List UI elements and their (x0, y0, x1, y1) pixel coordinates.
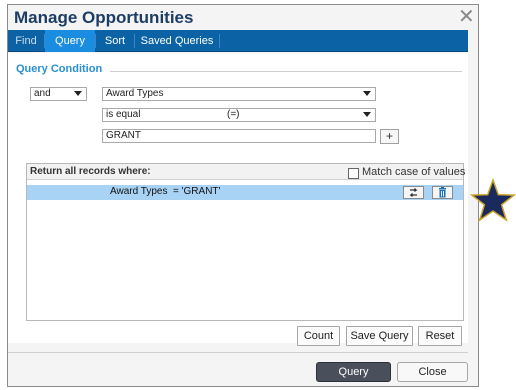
reset-button[interactable]: Reset (418, 326, 462, 346)
logic-select-value: and (34, 88, 51, 99)
condition-row-text: Award Types = 'GRANT' (110, 186, 221, 197)
trash-icon (439, 187, 446, 198)
operator-select-value: is equal (106, 109, 141, 120)
logic-select[interactable]: and (30, 87, 87, 101)
field-select[interactable]: Award Types (102, 87, 376, 101)
dialog-titlebar: Manage Opportunities ✕ (8, 5, 478, 33)
dialog-title: Manage Opportunities (14, 8, 194, 27)
match-case-checkbox[interactable] (348, 168, 359, 179)
operator-select[interactable]: is equal (=) (102, 108, 376, 122)
refresh-icon (409, 188, 418, 197)
close-button[interactable]: Close (397, 362, 468, 382)
refresh-condition-button[interactable] (403, 186, 424, 199)
legend-divider (110, 71, 462, 72)
tab-saved-queries[interactable]: Saved Queries (135, 30, 219, 52)
tab-query[interactable]: Query (45, 30, 95, 52)
value-input[interactable]: GRANT (102, 129, 376, 143)
save-query-button[interactable]: Save Query (346, 326, 413, 346)
chevron-down-icon (363, 91, 371, 96)
tab-separator (219, 34, 220, 48)
count-button[interactable]: Count (297, 326, 340, 346)
query-button[interactable]: Query (316, 362, 391, 382)
star-icon (470, 178, 516, 222)
footer-divider (8, 352, 468, 353)
delete-condition-button[interactable] (432, 186, 453, 199)
chevron-down-icon (363, 112, 371, 117)
match-case-label: Match case of values (362, 166, 466, 178)
tab-find[interactable]: Find (8, 30, 44, 52)
field-select-value: Award Types (106, 88, 164, 99)
tab-sort[interactable]: Sort (96, 30, 134, 52)
operator-symbol: (=) (227, 109, 240, 120)
condition-row[interactable] (27, 185, 463, 200)
add-condition-button[interactable]: + (380, 129, 399, 144)
chevron-down-icon (74, 91, 82, 96)
records-panel-title: Return all records where: (30, 166, 151, 177)
tab-bar: Find Query Sort Saved Queries (8, 30, 468, 52)
close-icon[interactable]: ✕ (458, 6, 475, 28)
query-condition-legend: Query Condition (16, 63, 107, 75)
